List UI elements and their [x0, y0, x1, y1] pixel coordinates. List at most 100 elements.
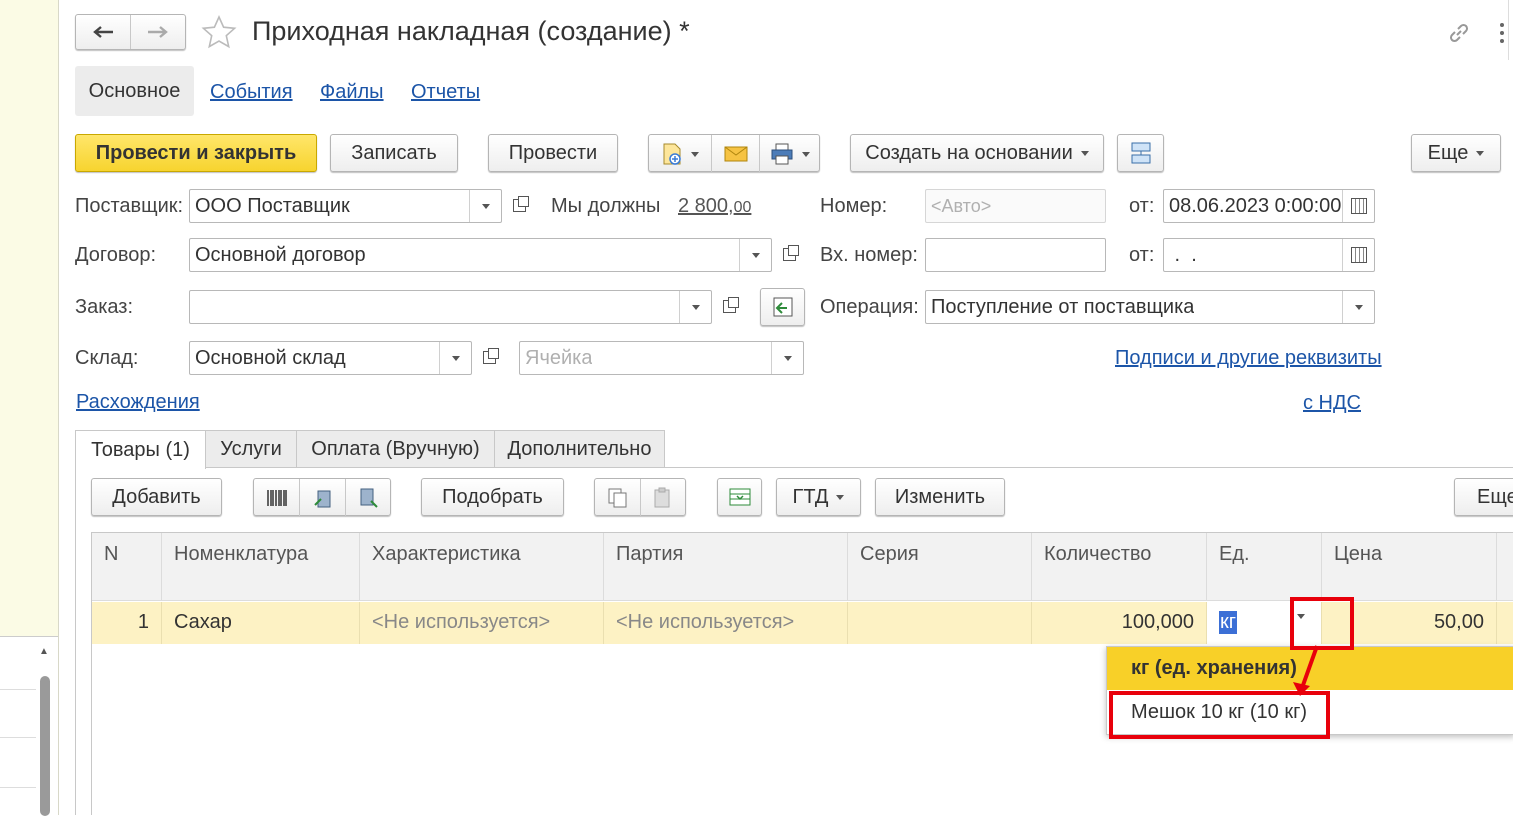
contract-open-button[interactable]	[775, 238, 803, 270]
terminal-download-icon	[313, 490, 330, 508]
copy-icon	[608, 488, 626, 508]
tab-payment[interactable]: Оплата (Вручную)	[296, 430, 495, 468]
vertical-dots-icon[interactable]	[1498, 20, 1506, 52]
order-dropdown-button[interactable]	[679, 291, 711, 323]
paste-rows-button[interactable]	[641, 479, 685, 517]
barcode-button[interactable]	[254, 479, 300, 517]
column-header-unit[interactable]: Ед.	[1207, 533, 1322, 601]
cell-field[interactable]: Ячейка	[519, 341, 804, 375]
gtd-button[interactable]: ГТД	[776, 478, 861, 516]
link-icon[interactable]	[1446, 20, 1472, 52]
data-collection-upload-button[interactable]	[346, 479, 390, 517]
tab-additional[interactable]: Дополнительно	[494, 430, 665, 468]
left-panel: ▲	[0, 0, 59, 816]
terminal-upload-icon	[360, 488, 378, 508]
column-header-series[interactable]: Серия	[848, 533, 1032, 601]
cell-dropdown-button[interactable]	[771, 342, 803, 374]
column-header-quantity[interactable]: Количество	[1032, 533, 1207, 601]
in-number-field[interactable]	[925, 238, 1106, 272]
table-more-button[interactable]: Еще	[1454, 478, 1513, 516]
forward-button[interactable]	[131, 15, 185, 49]
arrow-left-icon	[93, 26, 113, 38]
more-button[interactable]: Еще	[1411, 134, 1501, 172]
operation-dropdown-button[interactable]	[1342, 291, 1374, 323]
scroll-up-icon[interactable]: ▲	[39, 646, 49, 657]
create-based-on-button[interactable]: Создать на основании	[850, 134, 1104, 172]
supplier-dropdown-button[interactable]	[469, 190, 501, 222]
tab-goods[interactable]: Товары (1)	[75, 430, 206, 469]
calendar-icon	[1350, 198, 1367, 214]
chevron-down-icon	[481, 203, 490, 209]
debt-amount-link[interactable]: 2 800,00	[678, 195, 751, 218]
tab-events[interactable]: События	[210, 81, 293, 104]
date-field[interactable]: 08.06.2023 0:00:00	[1163, 189, 1375, 223]
supplier-open-button[interactable]	[505, 189, 533, 221]
scrollbar-thumb[interactable]	[40, 676, 50, 816]
open-form-icon	[482, 347, 499, 364]
favorite-star-icon[interactable]	[201, 15, 237, 55]
cell-batch[interactable]: <Не используется>	[604, 602, 848, 644]
change-button[interactable]: Изменить	[875, 478, 1005, 516]
number-field[interactable]: <Авто>	[925, 189, 1106, 223]
warehouse-open-button[interactable]	[475, 341, 503, 373]
left-panel-scrollbar[interactable]: ▲	[37, 640, 53, 816]
vat-link[interactable]: с НДС	[1303, 392, 1361, 415]
column-header-batch[interactable]: Партия	[604, 533, 848, 601]
email-button[interactable]	[712, 135, 760, 173]
column-header-nomenclature[interactable]: Номенклатура	[162, 533, 360, 601]
fill-by-order-button[interactable]	[760, 288, 805, 326]
calendar-button[interactable]	[1342, 190, 1374, 222]
post-button[interactable]: Провести	[488, 134, 618, 172]
supplier-field[interactable]: ООО Поставщик	[189, 189, 502, 223]
cell-series[interactable]	[848, 602, 1032, 644]
post-and-close-button[interactable]: Провести и закрыть	[75, 134, 317, 172]
cell-nomenclature[interactable]: Сахар	[162, 602, 360, 644]
chevron-down-icon	[801, 151, 810, 157]
column-header-characteristic[interactable]: Характеристика	[360, 533, 604, 601]
cell-placeholder: Ячейка	[525, 347, 593, 369]
discrepancies-link[interactable]: Расхождения	[76, 391, 200, 414]
operation-value: Поступление от поставщика	[931, 296, 1195, 318]
copy-rows-button[interactable]	[595, 479, 641, 517]
copy-paste-group	[594, 478, 686, 517]
column-header-price[interactable]: Цена	[1322, 533, 1497, 601]
tab-reports[interactable]: Отчеты	[411, 81, 480, 104]
cell-quantity[interactable]: 100,000	[1032, 602, 1207, 644]
print-button[interactable]	[760, 135, 819, 173]
open-form-icon	[512, 195, 529, 212]
write-button[interactable]: Записать	[330, 134, 458, 172]
create-doc-button[interactable]	[649, 135, 712, 173]
contract-dropdown-button[interactable]	[739, 239, 771, 271]
calendar-button[interactable]	[1342, 239, 1374, 271]
fill-table-button[interactable]	[717, 478, 762, 516]
debt-amount-decimal: 00	[733, 199, 752, 216]
warehouse-label: Склад:	[75, 347, 139, 369]
tab-main[interactable]: Основное	[75, 66, 194, 116]
add-row-button[interactable]: Добавить	[91, 478, 222, 516]
number-label: Номер:	[820, 195, 888, 217]
tab-services[interactable]: Услуги	[205, 430, 297, 468]
unit-value[interactable]: кг	[1219, 611, 1238, 634]
chevron-down-icon	[751, 252, 760, 258]
cell-characteristic[interactable]: <Не используется>	[360, 602, 604, 644]
pick-button[interactable]: Подобрать	[421, 478, 564, 516]
column-header-n[interactable]: N	[92, 533, 162, 601]
open-form-icon	[782, 244, 799, 261]
page-title: Приходная накладная (создание) *	[252, 16, 690, 46]
operation-field[interactable]: Поступление от поставщика	[925, 290, 1375, 324]
data-collection-terminal-button[interactable]	[300, 479, 346, 517]
in-date-field[interactable]: . .	[1163, 238, 1375, 272]
cell-n[interactable]: 1	[92, 602, 162, 644]
in-date-value: . .	[1169, 244, 1197, 266]
tab-files[interactable]: Файлы	[320, 81, 384, 104]
order-open-button[interactable]	[715, 290, 743, 322]
warehouse-dropdown-button[interactable]	[439, 342, 471, 374]
arrow-right-icon	[148, 26, 168, 38]
order-field[interactable]	[189, 290, 712, 324]
signatures-link[interactable]: Подписи и другие реквизиты	[1115, 347, 1382, 370]
contract-field[interactable]: Основной договор	[189, 238, 772, 272]
warehouse-field[interactable]: Основной склад	[189, 341, 472, 375]
back-button[interactable]	[76, 15, 131, 49]
contract-value: Основной договор	[195, 244, 366, 266]
structure-button[interactable]	[1117, 134, 1164, 172]
